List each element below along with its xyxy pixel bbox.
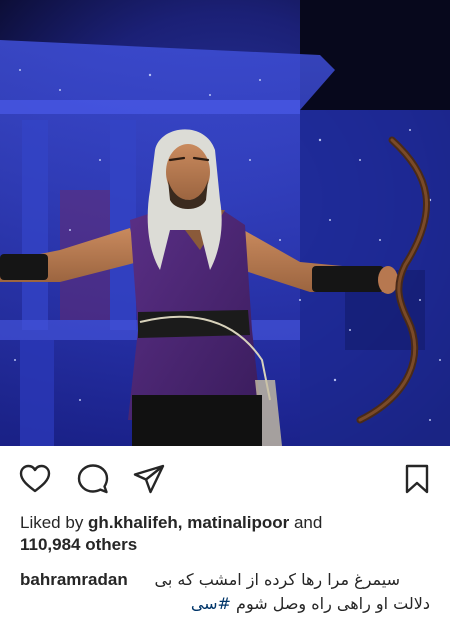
likes-and: and [289,513,323,532]
caption-username[interactable]: bahramradan [20,568,128,592]
post-photo[interactable] [0,0,450,446]
stage-scene-image [0,0,450,446]
likes-prefix: Liked by [20,513,89,532]
likes-separator: , [177,513,188,532]
likes-count[interactable]: 110,984 others [20,535,137,554]
bookmark-icon [405,464,429,494]
comment-bubble-icon [77,464,109,494]
heart-icon [19,464,51,493]
post-caption: bahramradan سیمرغ مرا رها کرده از امشب ک… [20,568,430,618]
caption-text-line: دلالت او راهی راه وصل شوم [230,594,430,613]
liker-username[interactable]: gh.khalifeh [88,513,178,532]
post-action-bar [0,446,450,510]
caption-hashtag[interactable]: #سی [191,594,231,613]
like-button[interactable] [18,462,52,496]
save-button[interactable] [400,462,434,496]
paper-plane-icon [133,464,165,494]
liker-username[interactable]: matinalipoor [187,513,289,532]
likes-summary: Liked by gh.khalifeh, matinalipoor and 1… [20,512,430,556]
caption-text-line: سیمرغ مرا رها کرده از امشب که بی [154,570,400,589]
share-button[interactable] [132,462,166,496]
comment-button[interactable] [76,462,110,496]
